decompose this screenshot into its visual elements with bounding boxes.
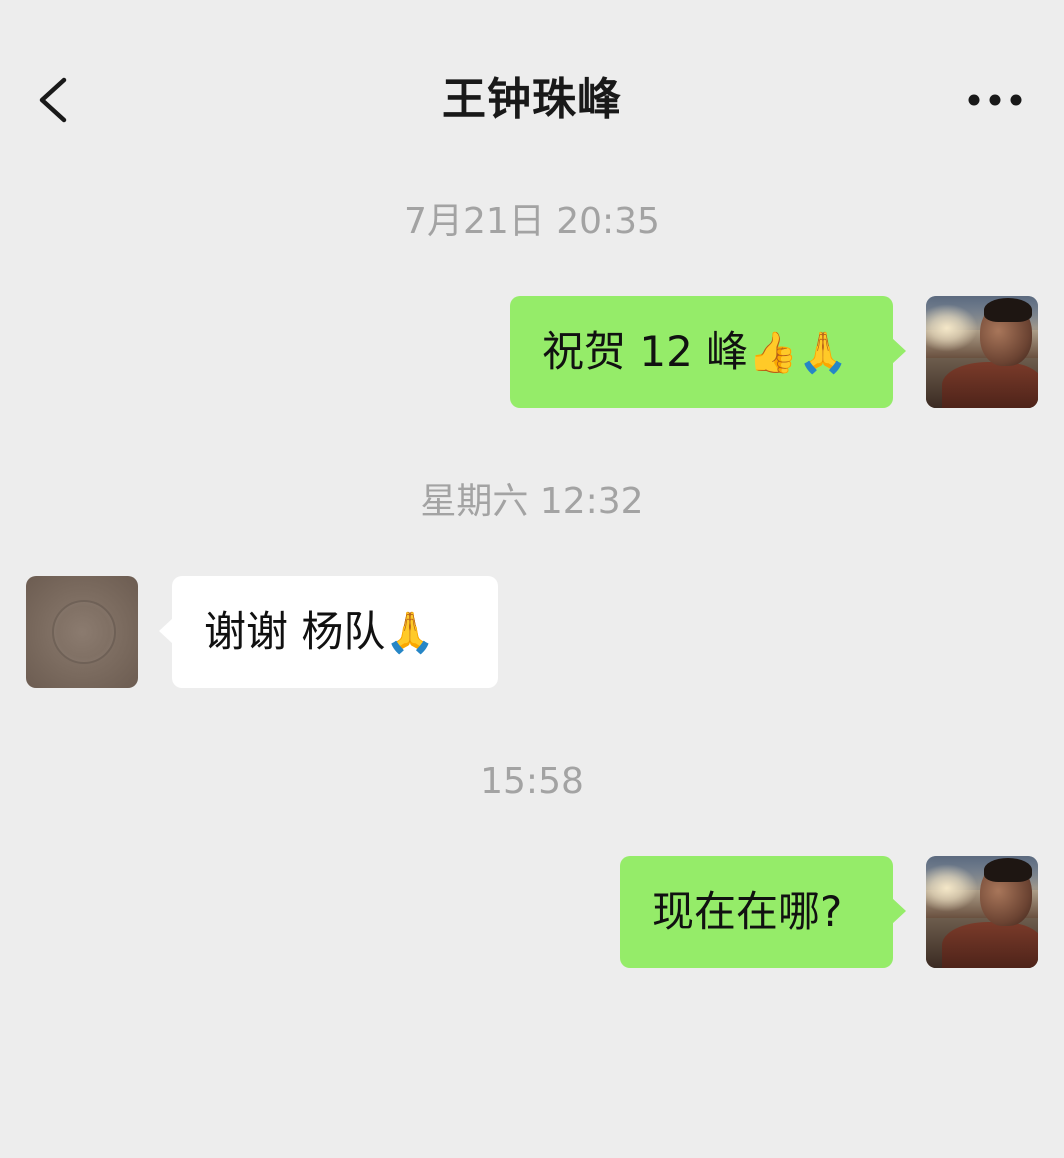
- sent-message-bubble[interactable]: 祝贺 12 峰👍🙏: [510, 296, 906, 408]
- message-text: 现在在哪?: [652, 887, 843, 936]
- chat-title: 王钟珠峰: [442, 74, 622, 125]
- message-timestamp: 7月21日 20:35: [404, 201, 660, 242]
- message-text: 谢谢 杨队: [204, 607, 386, 656]
- received-message-bubble[interactable]: 谢谢 杨队🙏: [159, 576, 498, 688]
- sent-message-bubble[interactable]: 现在在哪?: [620, 856, 906, 968]
- self-avatar[interactable]: [926, 856, 1038, 968]
- message-timestamp: 星期六 12:32: [420, 481, 644, 522]
- message-text: 祝贺 12 峰: [542, 327, 749, 376]
- contact-avatar[interactable]: [26, 576, 138, 688]
- ellipsis-icon: [968, 94, 1022, 106]
- chat-header: 王钟珠峰: [0, 0, 1064, 200]
- more-options-button[interactable]: [962, 80, 1028, 120]
- pray-emoji: 🙏: [385, 610, 436, 656]
- thumbs-up-pray-emoji: 👍🙏: [748, 330, 848, 376]
- self-avatar[interactable]: [926, 296, 1038, 408]
- message-timestamp: 15:58: [480, 761, 584, 802]
